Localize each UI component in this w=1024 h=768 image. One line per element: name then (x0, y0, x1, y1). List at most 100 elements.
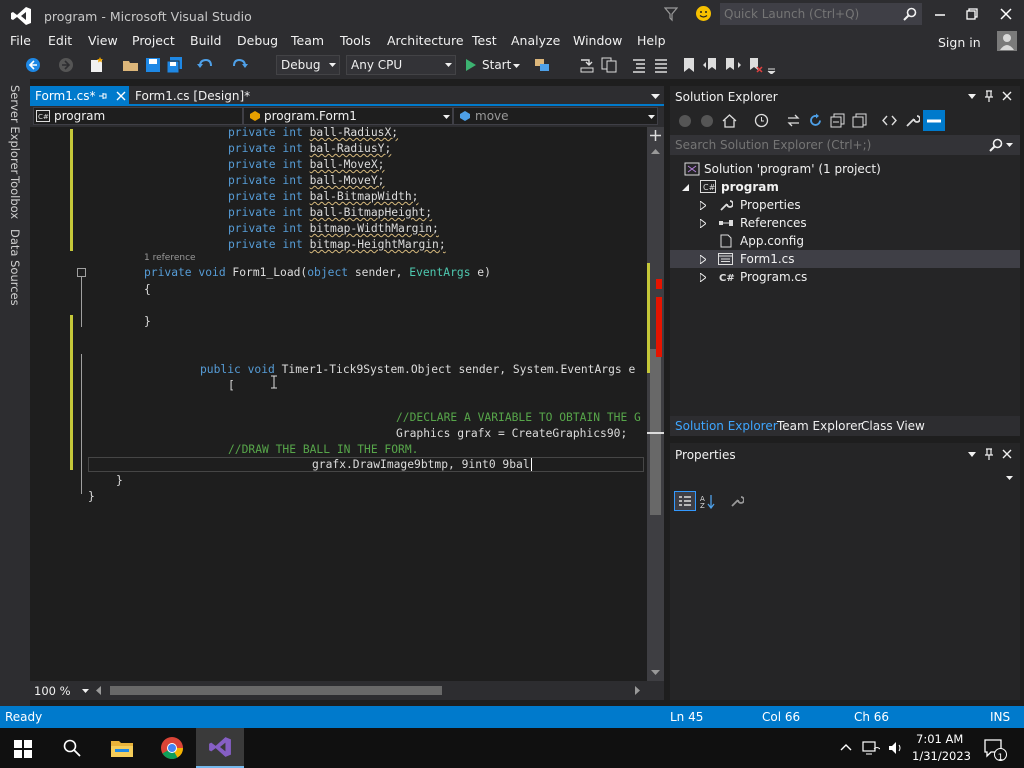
close-icon[interactable] (1000, 8, 1012, 20)
horizontal-scroll-thumb[interactable] (110, 686, 442, 695)
volume-icon[interactable] (888, 740, 904, 756)
sync-with-document-icon[interactable] (786, 113, 801, 128)
chevron-down-icon[interactable] (1006, 143, 1013, 147)
code-line[interactable]: } (144, 315, 151, 328)
account-avatar-icon[interactable] (997, 31, 1017, 51)
tree-item-program-cs[interactable]: C# Program.cs (670, 268, 1020, 286)
windows-start-icon[interactable] (14, 740, 32, 758)
clear-bookmarks-icon[interactable] (746, 56, 764, 74)
browser-link-icon[interactable] (533, 56, 551, 74)
code-line[interactable]: private void Form1_Load(object sender, E… (144, 266, 491, 279)
tab-overflow-chevron-icon[interactable] (651, 94, 660, 99)
show-hidden-icons-chevron-icon[interactable] (840, 743, 852, 751)
network-icon[interactable] (862, 740, 880, 756)
chevron-down-icon[interactable] (513, 64, 520, 68)
tab-team-explorer[interactable]: Team Explorer (777, 419, 863, 433)
undo-icon[interactable] (196, 56, 214, 74)
scroll-up-icon[interactable] (651, 149, 660, 154)
prev-bookmark-icon[interactable] (702, 56, 720, 74)
tree-item-properties[interactable]: Properties (670, 196, 1020, 214)
solution-search-box[interactable] (670, 135, 1020, 155)
close-tab-icon[interactable] (116, 91, 126, 101)
split-window-icon[interactable] (650, 130, 661, 141)
menu-debug[interactable]: Debug (237, 33, 278, 48)
pin-icon[interactable] (984, 90, 994, 103)
code-line[interactable]: //DECLARE A VARIABLE TO OBTAIN THE G (396, 411, 641, 424)
redo-icon[interactable] (231, 56, 249, 74)
toolbar-overflow-icon[interactable] (766, 56, 778, 74)
step-into-icon[interactable] (578, 56, 596, 74)
search-icon[interactable] (989, 138, 1003, 152)
new-project-icon[interactable] (88, 56, 106, 74)
sign-in-link[interactable]: Sign in (938, 35, 981, 50)
taskbar-search-icon[interactable] (63, 739, 81, 757)
server-explorer-tab[interactable]: Server Explorer (8, 85, 22, 174)
code-line[interactable]: //DRAW THE BALL IN THE FORM. (228, 443, 418, 456)
menu-analyze[interactable]: Analyze (511, 33, 560, 48)
solution-platform-dropdown[interactable]: Any CPU (346, 55, 456, 75)
property-pages-icon[interactable] (730, 494, 744, 508)
object-selector-dropdown[interactable] (670, 467, 1020, 487)
menu-build[interactable]: Build (190, 33, 221, 48)
code-line[interactable]: private int bitmap-WidthMargin; (228, 222, 439, 235)
save-icon[interactable] (144, 56, 162, 74)
alphabetical-sort-icon[interactable]: AZ (700, 494, 716, 509)
code-line[interactable]: private int ball-RadiusX; (228, 126, 398, 139)
scroll-right-icon[interactable] (635, 686, 640, 695)
feedback-smiley-icon[interactable] (695, 5, 712, 22)
collapsed-arrow-icon[interactable] (700, 273, 706, 282)
code-line[interactable]: Graphics grafx = CreateGraphics90; (396, 427, 627, 440)
save-all-icon[interactable] (166, 56, 184, 74)
codelens-reference-count[interactable]: 1 reference (144, 253, 196, 263)
collapse-all-icon[interactable] (830, 113, 845, 128)
project-nav-dropdown[interactable]: C# program (33, 107, 243, 125)
navigate-forward-icon[interactable] (57, 56, 75, 74)
toolbox-tab[interactable]: Toolbox (8, 176, 22, 219)
visual-studio-taskbar-button[interactable] (196, 728, 244, 768)
clock-time[interactable]: 7:01 AM (916, 732, 963, 746)
collapsed-arrow-icon[interactable] (700, 201, 706, 210)
zoom-dropdown[interactable]: 100 % (32, 682, 90, 699)
close-pane-icon[interactable] (1002, 449, 1012, 459)
solution-configuration-dropdown[interactable]: Debug (276, 55, 340, 75)
quick-launch-input[interactable] (724, 6, 894, 22)
file-explorer-icon[interactable] (110, 738, 134, 758)
menu-team[interactable]: Team (291, 33, 324, 48)
collapsed-arrow-icon[interactable] (700, 219, 706, 228)
categorized-button[interactable] (674, 491, 696, 511)
menu-test[interactable]: Test (472, 33, 497, 48)
restore-icon[interactable] (966, 8, 978, 20)
vertical-scrollbar[interactable] (647, 127, 664, 681)
tab-solution-explorer[interactable]: Solution Explorer (675, 419, 778, 433)
menu-architecture[interactable]: Architecture (387, 33, 464, 48)
collapsed-arrow-icon[interactable] (700, 255, 706, 264)
code-line[interactable]: private int ball-MoveY; (228, 174, 384, 187)
expanded-arrow-icon[interactable] (682, 184, 689, 191)
code-line[interactable]: [ (228, 379, 235, 392)
back-icon[interactable] (678, 114, 692, 128)
window-position-dropdown-icon[interactable] (968, 452, 976, 457)
bookmark-icon[interactable] (680, 56, 698, 74)
tree-item-solution[interactable]: Solution 'program' (1 project) (670, 160, 1020, 178)
code-line[interactable]: private int bal-RadiusY; (228, 142, 391, 155)
class-nav-dropdown[interactable]: program.Form1 (243, 107, 453, 125)
tab-form1-cs[interactable]: Form1.cs* (30, 86, 129, 106)
menu-project[interactable]: Project (132, 33, 175, 48)
code-line[interactable]: public void Timer1-Tick9System.Object se… (200, 363, 635, 376)
code-line[interactable]: { (144, 283, 151, 296)
code-line[interactable]: private int ball-BitmapHeight; (228, 206, 432, 219)
properties-wrench-icon[interactable] (905, 113, 920, 128)
menu-edit[interactable]: Edit (48, 33, 72, 48)
code-line[interactable]: private int bal-BitmapWidth; (228, 190, 418, 203)
tree-item-app-config[interactable]: App.config (670, 232, 1020, 250)
tree-item-references[interactable]: References (670, 214, 1020, 232)
navigate-back-icon[interactable] (24, 56, 42, 74)
find-in-files-icon[interactable] (600, 56, 618, 74)
home-icon[interactable] (722, 113, 737, 128)
pin-icon[interactable] (984, 448, 994, 461)
tree-item-form1-cs[interactable]: Form1.cs (670, 250, 1020, 268)
preview-selected-items-button[interactable] (923, 110, 945, 131)
forward-icon[interactable] (700, 114, 714, 128)
scroll-left-icon[interactable] (96, 686, 101, 695)
code-line[interactable]: private int ball-MoveX; (228, 158, 384, 171)
